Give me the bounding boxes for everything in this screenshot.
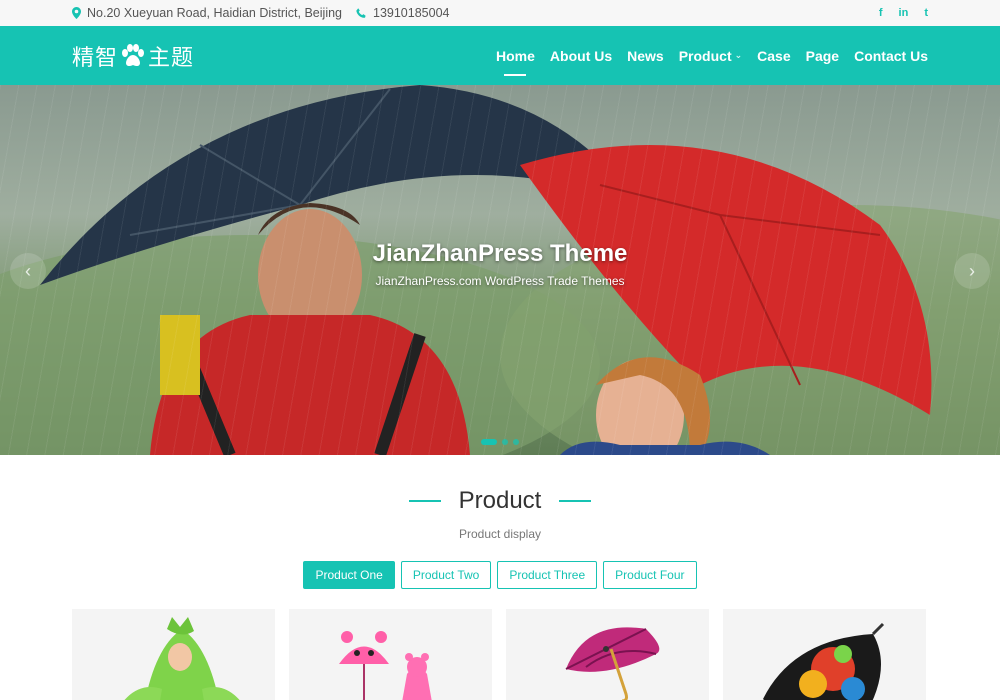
tab-product-3[interactable]: Product Three: [497, 561, 598, 589]
address-text: No.20 Xueyuan Road, Haidian District, Be…: [87, 6, 342, 20]
facebook-icon[interactable]: f: [879, 7, 883, 19]
product-heading: Product: [458, 487, 542, 514]
product-card[interactable]: [72, 609, 275, 700]
linkedin-icon[interactable]: in: [899, 7, 909, 19]
chevron-down-icon: ⌄: [734, 50, 743, 60]
nav-item-case[interactable]: Case: [757, 42, 790, 70]
tab-product-4[interactable]: Product Four: [603, 561, 697, 589]
slider-dot[interactable]: [481, 439, 497, 445]
nav-item-home[interactable]: Home: [496, 42, 535, 70]
product-section: Product Product display Product One Produ…: [0, 455, 1000, 700]
tab-product-2[interactable]: Product Two: [400, 561, 492, 589]
pink-umbrella-image: [565, 627, 660, 700]
nav-item-about-us[interactable]: About Us: [550, 42, 612, 70]
nav-item-label: Home: [496, 47, 535, 64]
nav-item-label: News: [627, 47, 664, 64]
nav-item-label: Page: [805, 47, 840, 64]
product-grid: [0, 609, 1000, 700]
top-info-bar: No.20 Xueyuan Road, Haidian District, Be…: [0, 0, 1000, 26]
title-line-left: [408, 500, 441, 502]
nav-item-contact-us[interactable]: Contact Us: [854, 42, 928, 70]
hero-slider: JianZhanPress Theme JianZhanPress.com Wo…: [0, 85, 1000, 455]
hero-title: JianZhanPress Theme: [372, 240, 628, 267]
twitter-icon[interactable]: t: [924, 7, 928, 19]
site-logo[interactable]: 精智 主题: [72, 40, 194, 72]
site-header: 精智 主题 Home About Us News Product ⌄ Case Page Co…: [0, 26, 1000, 85]
nav-item-product[interactable]: Product ⌄: [679, 42, 742, 70]
product-card[interactable]: [723, 609, 926, 700]
main-nav: Home About Us News Product ⌄ Case Page Contact …: [496, 42, 928, 70]
nav-item-label: About Us: [549, 47, 613, 64]
nav-item-label: Product: [678, 47, 732, 64]
phone-text: 13910185004: [373, 6, 450, 20]
slider-next-button[interactable]: ›: [954, 253, 990, 289]
location-pin-icon: [72, 7, 81, 19]
hero-subtitle: JianZhanPress.com WordPress Trade Themes: [375, 274, 625, 288]
nav-item-news[interactable]: News: [627, 42, 664, 70]
slider-dot[interactable]: [513, 439, 519, 445]
phone-icon: [356, 7, 367, 19]
nav-item-label: Contact Us: [854, 47, 928, 64]
product-card[interactable]: [289, 609, 492, 700]
pink-kids-umbrella-raincoat-image: [339, 631, 432, 700]
floral-umbrella-image: [763, 622, 885, 700]
hero-caption: JianZhanPress Theme JianZhanPress.com Wo…: [0, 240, 1000, 288]
slider-pagination: [481, 439, 519, 445]
product-tabs: Product One Product Two Product Three Produ…: [0, 561, 1000, 589]
kids-raincoat-image: [124, 617, 240, 700]
tab-product-1[interactable]: Product One: [303, 561, 395, 589]
slider-prev-button[interactable]: ‹: [10, 253, 46, 289]
nav-item-page[interactable]: Page: [806, 42, 839, 70]
title-line-right: [559, 500, 592, 502]
product-subheading: Product display: [458, 527, 542, 541]
nav-item-label: Case: [757, 47, 791, 64]
logo-text-right: 主题: [148, 45, 195, 71]
slider-dot[interactable]: [502, 439, 508, 445]
paw-icon: [120, 43, 146, 68]
product-card[interactable]: [506, 609, 709, 700]
logo-text-left: 精智: [72, 45, 119, 71]
